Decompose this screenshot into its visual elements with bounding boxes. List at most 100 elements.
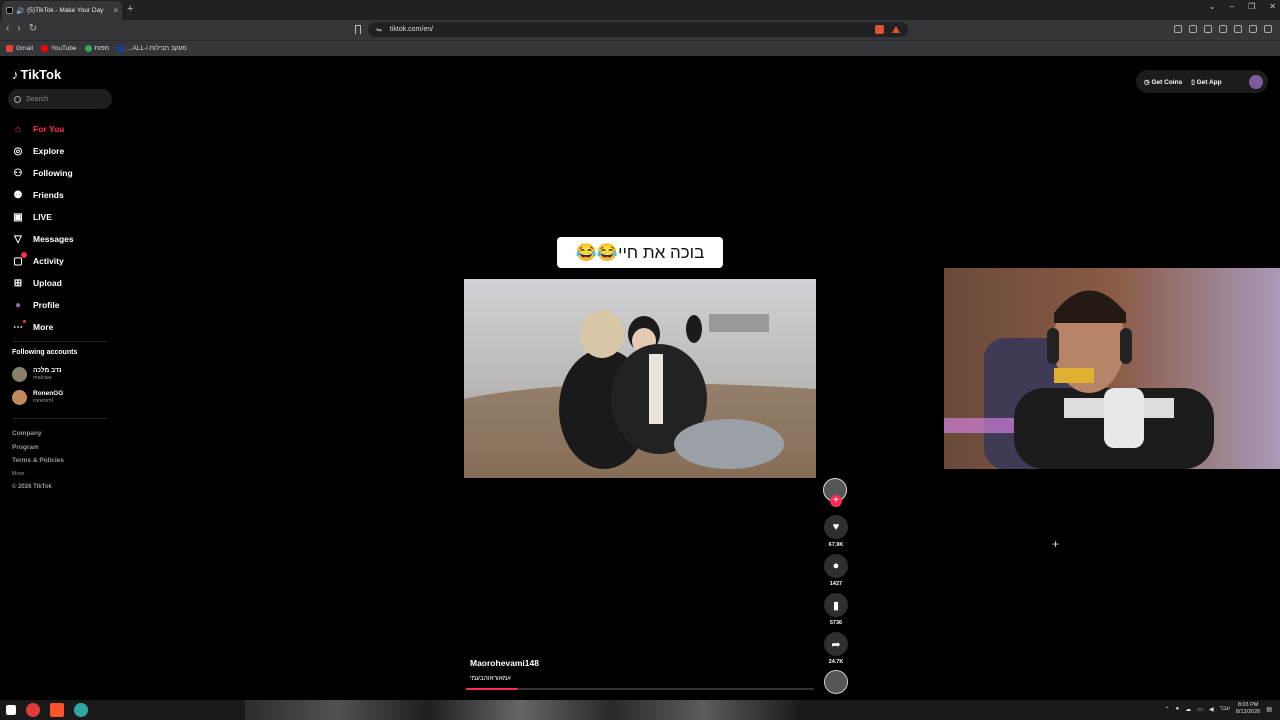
wallet-icon[interactable] [1219, 25, 1227, 33]
following-account[interactable]: RonenGG ronenml [12, 390, 63, 405]
sidebar-item-profile[interactable]: ● Profile [12, 294, 74, 316]
video-hashtag[interactable]: #מאוראוהבעמי [470, 675, 511, 682]
footer-terms-link[interactable]: Terms & Policies [12, 454, 64, 468]
speaker-icon: 🔊 [16, 7, 25, 15]
sidebar-item-friends[interactable]: ⚉ Friends [12, 184, 74, 206]
follow-plus-button[interactable]: + [830, 495, 842, 507]
comment-action[interactable]: ● 1427 [823, 554, 849, 587]
friends-icon: ⚉ [13, 189, 23, 201]
minimize-button[interactable]: – [1230, 2, 1234, 11]
sidebar-divider [12, 341, 107, 342]
save-action[interactable]: ▮ 5736 [823, 593, 849, 626]
search-placeholder: Search [26, 95, 49, 103]
tiktok-logo[interactable]: ♪ TikTok [12, 67, 61, 82]
footer-more-link[interactable]: More [12, 468, 64, 482]
leo-icon[interactable] [1234, 25, 1242, 33]
brave-browser-icon[interactable] [50, 703, 64, 717]
get-coins-button[interactable]: ◷ Get Coins [1144, 78, 1182, 86]
webcam-image [944, 268, 1280, 469]
sidebar-item-following[interactable]: ⚇ Following [12, 162, 74, 184]
volume-icon[interactable]: ◀ [1209, 706, 1214, 713]
forward-icon[interactable]: › [17, 23, 20, 34]
menu-icon[interactable] [1264, 25, 1272, 33]
app-icon[interactable] [26, 703, 40, 717]
media-icon[interactable] [1189, 25, 1197, 33]
footer-company-link[interactable]: Company [12, 427, 64, 441]
get-app-button[interactable]: ▯ Get App [1191, 78, 1221, 86]
tracking-icon [117, 45, 125, 52]
url-text: tiktok.com/en/ [389, 26, 434, 33]
footer-program-link[interactable]: Program [12, 441, 64, 455]
share-count: 24.7K [828, 659, 844, 665]
sidebar-item-live[interactable]: ▣ LIVE [12, 206, 74, 228]
webcam-overlay [944, 268, 1280, 469]
bookmark-page-icon[interactable] [355, 25, 361, 34]
search-input[interactable]: Search [8, 89, 112, 109]
video-progress-fill [466, 688, 519, 690]
language-indicator[interactable]: עבר [1220, 706, 1230, 712]
bookmark-maps[interactable]: מפות [84, 45, 109, 52]
browser-tab[interactable]: 🔊 (5)TikTok - Make Your Day × [2, 1, 122, 20]
video-action-rail: + ♥ 67.9K ● 1427 ▮ 5736 ➦ 24.7K [823, 478, 849, 694]
video-progress-bar[interactable] [466, 688, 814, 690]
following-accounts-title: Following accounts [12, 349, 78, 356]
send-icon: ▽ [14, 233, 22, 245]
video-author[interactable]: Maorohevami148 [470, 658, 539, 668]
sidebar-icon[interactable] [1204, 25, 1212, 33]
following-account[interactable]: נדב מלכה malcaw [12, 367, 62, 382]
sidebar-item-upload[interactable]: ⊞ Upload [12, 272, 74, 294]
taskbar-apps [6, 703, 88, 717]
site-info-icon[interactable]: ⇋ [376, 26, 382, 34]
bookmark-tracking[interactable]: ...ALL-i מעקב חבילות [117, 45, 187, 52]
cloud-icon[interactable]: ☁ [1185, 706, 1191, 713]
like-action[interactable]: ♥ 67.9K [823, 515, 849, 548]
share-arrow-icon: ➦ [824, 632, 848, 656]
avatar [12, 367, 27, 382]
vpn-icon[interactable] [1249, 25, 1257, 33]
youtube-icon [40, 45, 48, 52]
tab-search-icon[interactable]: ⌄ [1209, 2, 1216, 11]
header-actions: ◷ Get Coins ▯ Get App [1136, 70, 1268, 93]
chevron-up-icon[interactable]: ⌃ [1165, 706, 1170, 713]
extension-icon[interactable] [1174, 25, 1182, 33]
sound-disc[interactable] [823, 670, 849, 694]
crosshair-cursor-icon: + [1052, 537, 1060, 551]
display-icon[interactable]: ▭ [1197, 706, 1203, 713]
gmail-icon [6, 45, 13, 52]
sidebar-item-more[interactable]: ⋯ More [12, 316, 74, 338]
notifications-icon[interactable]: ▤ [1266, 706, 1272, 713]
coin-icon: ◷ [1144, 78, 1150, 86]
phone-icon: ▯ [1191, 78, 1195, 86]
sidebar-item-messages[interactable]: ▽ Messages [12, 228, 74, 250]
extensions-area [1174, 25, 1272, 33]
maps-pin-icon [84, 45, 92, 52]
clock[interactable]: 8:03 PM 8/13/2026 [1236, 702, 1260, 716]
microphone-icon[interactable]: ● [1176, 706, 1180, 712]
system-tray: ⌃ ● ☁ ▭ ◀ עבר 8:03 PM 8/13/2026 ▤ [1165, 702, 1272, 716]
user-plus-icon: ⚇ [13, 167, 23, 179]
sidebar-nav: ⌂ For You ◎ Explore ⚇ Following ⚉ Friends ▣ L… [12, 118, 74, 338]
video-player[interactable] [464, 279, 816, 478]
bookmark-youtube[interactable]: YouTube [40, 45, 77, 52]
restore-button[interactable]: ❐ [1248, 2, 1255, 11]
new-tab-button[interactable]: + [127, 3, 133, 15]
sidebar-item-activity[interactable]: ▢ Activity [12, 250, 74, 272]
back-icon[interactable]: ‹ [6, 23, 9, 34]
video-frame-image [464, 279, 816, 478]
close-window-button[interactable]: ✕ [1269, 2, 1276, 11]
notification-dot [21, 252, 27, 258]
close-tab-icon[interactable]: × [113, 6, 118, 15]
sidebar-item-for-you[interactable]: ⌂ For You [12, 118, 74, 140]
upload-icon: ⊞ [13, 277, 23, 289]
user-avatar[interactable] [1249, 74, 1263, 89]
bookmark-gmail[interactable]: Gmail [6, 45, 33, 52]
share-action[interactable]: ➦ 24.7K [823, 632, 849, 665]
heart-icon: ♥ [824, 515, 848, 539]
reload-icon[interactable]: ↻ [29, 23, 37, 34]
edge-icon[interactable] [74, 703, 88, 717]
brave-rewards-icon[interactable] [892, 26, 900, 33]
brave-shield-icon[interactable] [875, 25, 884, 34]
address-bar[interactable]: ⇋ tiktok.com/en/ [368, 22, 908, 37]
windows-start-icon[interactable] [6, 705, 16, 715]
sidebar-item-explore[interactable]: ◎ Explore [12, 140, 74, 162]
